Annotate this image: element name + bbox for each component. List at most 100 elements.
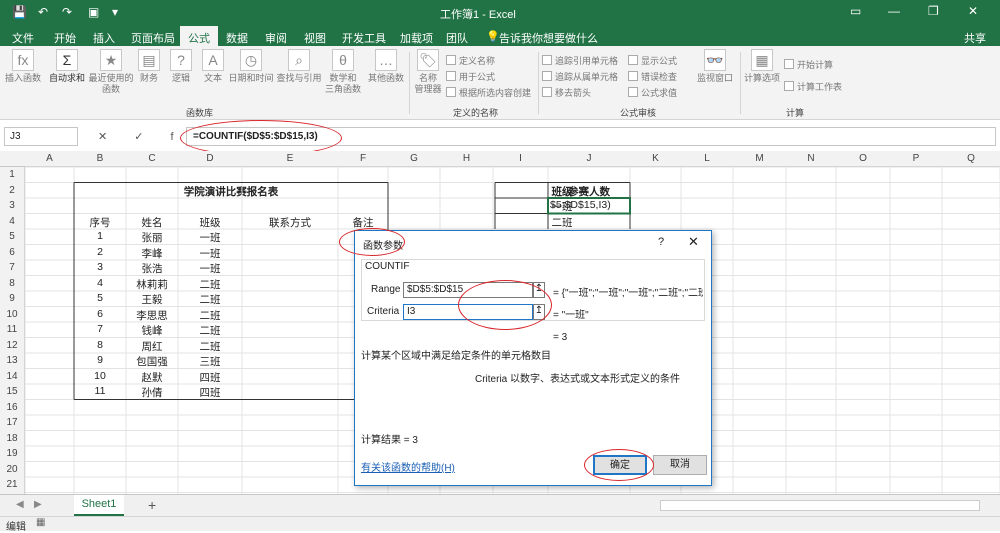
evaluate-formula-button[interactable]: 公式求值 bbox=[628, 86, 677, 99]
close-icon[interactable]: ✕ bbox=[688, 234, 699, 250]
add-sheet-icon[interactable]: + bbox=[148, 497, 156, 513]
more-book-icon: … bbox=[375, 49, 397, 71]
tab-data[interactable]: 数据 bbox=[226, 30, 248, 46]
insert-function-button[interactable]: fx 插入函数 bbox=[3, 49, 43, 84]
row-header-14[interactable]: 14 bbox=[0, 370, 24, 382]
annotation-circle-ok bbox=[584, 449, 654, 481]
row-header-19[interactable]: 19 bbox=[0, 448, 24, 459]
function-result-inline: = 3 bbox=[553, 332, 568, 343]
watch-window-button[interactable]: 👓 监视窗口 bbox=[694, 49, 736, 84]
redo-icon[interactable]: ↷ bbox=[62, 5, 72, 19]
remove-arrows-button[interactable]: 移去箭头 bbox=[542, 86, 591, 99]
undo-icon[interactable]: ↶ bbox=[38, 5, 48, 19]
name-box[interactable]: J3 bbox=[4, 127, 78, 146]
row-header-21[interactable]: 21 bbox=[0, 479, 24, 490]
recent-functions-button[interactable]: ★ 最近使用的 函数 bbox=[88, 49, 134, 95]
more-functions-button[interactable]: … 其他函数 bbox=[366, 49, 406, 84]
sheet-tab[interactable]: Sheet1 bbox=[74, 495, 124, 516]
tab-addins[interactable]: 加载项 bbox=[400, 30, 433, 46]
group-divider bbox=[409, 52, 410, 114]
range-result: = {"一班";"一班";"一班";"二班";"二班 bbox=[553, 288, 703, 299]
share-button[interactable]: 共享 bbox=[964, 30, 986, 46]
error-checking-button[interactable]: 错误检查 bbox=[628, 70, 677, 83]
calculate-sheet-button[interactable]: 计算工作表 bbox=[784, 80, 842, 93]
show-formulas-button[interactable]: 显示公式 bbox=[628, 54, 677, 67]
row-header-11[interactable]: 11 bbox=[0, 324, 24, 335]
text-book-icon: A bbox=[202, 49, 224, 71]
use-in-formula-button[interactable]: 用于公式 bbox=[446, 70, 495, 83]
row-header-12[interactable]: 12 bbox=[0, 339, 24, 351]
row-header-5[interactable]: 5 bbox=[0, 231, 24, 242]
tab-formulas[interactable]: 公式 bbox=[180, 26, 218, 46]
row-header-6[interactable]: 6 bbox=[0, 246, 24, 258]
macro-record-icon[interactable]: ▦ bbox=[36, 517, 45, 528]
formula-bar: J3 ✕ ✓ fx =COUNTIF($D$5:$D$15,I3) bbox=[0, 126, 1000, 148]
argument-description: Criteria 以数字、表达式或文本形式定义的条件 bbox=[475, 374, 681, 385]
tab-insert[interactable]: 插入 bbox=[93, 30, 115, 46]
row-header-18[interactable]: 18 bbox=[0, 432, 24, 444]
tell-me-search[interactable]: 告诉我你想要做什么 bbox=[499, 30, 598, 46]
magnifier-book-icon: ⌕ bbox=[288, 49, 310, 71]
name-manager-button[interactable]: 🏷 名称 管理器 bbox=[412, 49, 444, 95]
math-trig-button[interactable]: θ 数学和 三角函数 bbox=[322, 49, 364, 95]
tab-team[interactable]: 团队 bbox=[446, 30, 468, 46]
calculate-now-button[interactable]: 开始计算 bbox=[784, 58, 833, 71]
annotation-circle-inputs bbox=[458, 280, 552, 330]
scroll-left-icon[interactable]: ◀ bbox=[16, 499, 24, 510]
glasses-icon: 👓 bbox=[704, 49, 726, 71]
close-button[interactable]: ✕ bbox=[968, 4, 978, 18]
function-help-link[interactable]: 有关该函数的帮助(H) bbox=[361, 459, 455, 474]
ribbon-display-icon[interactable]: ▭ bbox=[850, 4, 861, 18]
row-header-9[interactable]: 9 bbox=[0, 293, 24, 304]
toolbox-icon[interactable]: ▣ bbox=[88, 5, 99, 19]
restore-button[interactable]: ❐ bbox=[928, 4, 939, 18]
help-icon[interactable]: ? bbox=[658, 236, 664, 248]
tag-icon: 🏷 bbox=[417, 49, 439, 71]
financial-button[interactable]: ▤ 财务 bbox=[134, 49, 164, 84]
autosum-button[interactable]: Σ 自动求和 bbox=[47, 49, 87, 84]
row-header-17[interactable]: 17 bbox=[0, 417, 24, 428]
calculator-icon: ▦ bbox=[751, 49, 773, 71]
defined-names-group-label: 定义的名称 bbox=[453, 108, 499, 118]
title-bar: 💾 ↶ ↷ ▣ ▾ 工作簿1 - Excel ▭ — ❐ ✕ bbox=[0, 0, 1000, 26]
fx-icon: fx bbox=[12, 49, 34, 71]
horizontal-scrollbar[interactable] bbox=[660, 500, 980, 511]
tab-page-layout[interactable]: 页面布局 bbox=[131, 30, 175, 46]
tab-developer[interactable]: 开发工具 bbox=[342, 30, 386, 46]
tab-file[interactable]: 文件 bbox=[12, 30, 34, 46]
row-header-7[interactable]: 7 bbox=[0, 262, 24, 273]
trace-precedents-button[interactable]: 追踪引用单元格 bbox=[542, 54, 618, 67]
row-header-3[interactable]: 3 bbox=[0, 200, 24, 211]
row-header-10[interactable]: 10 bbox=[0, 308, 24, 320]
scroll-right-icon[interactable]: ▶ bbox=[34, 499, 42, 510]
tab-review[interactable]: 审阅 bbox=[265, 30, 287, 46]
lightbulb-icon: 💡 bbox=[486, 31, 500, 43]
row-header-16[interactable]: 16 bbox=[0, 401, 24, 413]
create-from-selection-button[interactable]: 根据所选内容创建 bbox=[446, 86, 531, 99]
row-header-1[interactable]: 1 bbox=[0, 169, 24, 180]
row-header-2[interactable]: 2 bbox=[0, 184, 24, 196]
book-icon: ▤ bbox=[138, 49, 160, 71]
row-header-13[interactable]: 13 bbox=[0, 355, 24, 366]
text-button[interactable]: A 文本 bbox=[198, 49, 228, 84]
row-header-4[interactable]: 4 bbox=[0, 215, 24, 227]
logical-button[interactable]: ? 逻辑 bbox=[166, 49, 196, 84]
date-time-button[interactable]: ◷ 日期和时间 bbox=[228, 49, 274, 84]
define-name-button[interactable]: 定义名称 bbox=[446, 54, 495, 67]
trace-dependents-button[interactable]: 追踪从属单元格 bbox=[542, 70, 618, 83]
row-header-8[interactable]: 8 bbox=[0, 277, 24, 289]
formula-auditing-group-label: 公式审核 bbox=[620, 108, 657, 118]
lookup-button[interactable]: ⌕ 查找与引用 bbox=[276, 49, 322, 84]
sheet-tab-bar: ◀ ▶ Sheet1 + bbox=[0, 494, 1000, 516]
theta-icon: θ bbox=[332, 49, 354, 71]
customize-qat-icon[interactable]: ▾ bbox=[112, 5, 118, 19]
row-header-15[interactable]: 15 bbox=[0, 386, 24, 397]
cancel-button[interactable]: 取消 bbox=[653, 455, 707, 475]
tab-view[interactable]: 视图 bbox=[304, 30, 326, 46]
calculation-options-button[interactable]: ▦ 计算选项 bbox=[742, 49, 782, 84]
row-header-20[interactable]: 20 bbox=[0, 463, 24, 475]
tab-home[interactable]: 开始 bbox=[54, 30, 76, 46]
status-bar: 编辑 ▦ bbox=[0, 516, 1000, 533]
save-icon[interactable]: 💾 bbox=[12, 5, 27, 19]
minimize-button[interactable]: — bbox=[888, 4, 900, 18]
